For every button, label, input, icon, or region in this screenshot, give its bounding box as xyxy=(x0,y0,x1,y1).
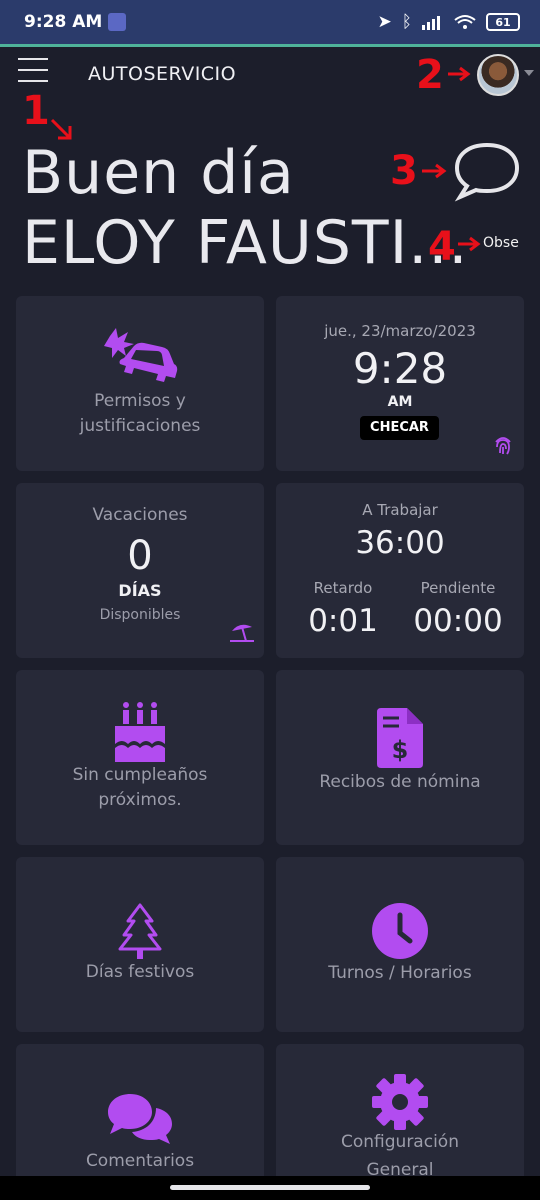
gear-icon xyxy=(372,1074,428,1130)
vacaciones-unit: DÍAS xyxy=(118,581,162,600)
bluetooth-icon: ᛒ xyxy=(401,12,412,32)
chevron-down-icon[interactable] xyxy=(524,70,534,76)
app-title: AUTOSERVICIO xyxy=(88,63,237,85)
retardo-label: Retardo xyxy=(313,579,373,597)
battery-icon: 61 xyxy=(486,13,520,31)
vacaciones-count: 0 xyxy=(127,533,153,579)
wifi-icon xyxy=(454,15,476,29)
menu-icon[interactable] xyxy=(18,58,48,86)
clock-card: jue., 23/marzo/2023 9:28 AM CHECAR xyxy=(276,296,524,471)
recibos-label: Recibos de nómina xyxy=(319,772,481,792)
vacaciones-card[interactable]: Vacaciones 0 DÍAS Disponibles xyxy=(16,483,264,658)
permisos-label-1: Permisos y xyxy=(94,391,186,411)
tree-icon xyxy=(118,903,162,959)
car-crash-icon xyxy=(104,328,178,382)
beach-umbrella-icon xyxy=(230,624,254,642)
trabajo-card: A Trabajar 36:00 Retardo 0:01 Pendiente … xyxy=(276,483,524,658)
cumpleanos-label-2: próximos. xyxy=(98,790,182,810)
configuracion-card[interactable]: Configuración General xyxy=(276,1044,524,1184)
status-time: 9:28 AM xyxy=(24,12,103,32)
svg-text:$: $ xyxy=(392,736,409,764)
cumpleanos-label-1: Sin cumpleaños xyxy=(72,765,208,785)
trabajo-hours: 36:00 xyxy=(355,525,445,561)
location-icon: ➤ xyxy=(377,12,392,32)
avatar[interactable] xyxy=(477,54,519,96)
checar-button[interactable]: CHECAR xyxy=(360,416,439,440)
vacaciones-title: Vacaciones xyxy=(92,505,188,525)
annotation-2: 2 xyxy=(416,52,444,98)
comentarios-label: Comentarios xyxy=(85,1151,195,1171)
festivos-card[interactable]: Días festivos xyxy=(16,857,264,1032)
clock-date: jue., 23/marzo/2023 xyxy=(324,322,476,340)
teams-icon xyxy=(108,13,127,31)
permisos-card[interactable]: Permisos y justificaciones xyxy=(16,296,264,471)
home-indicator[interactable] xyxy=(170,1185,370,1190)
status-icons: ➤ ᛒ 61 xyxy=(378,12,520,32)
annotation-3: 3 xyxy=(390,148,418,194)
clock-ampm: AM xyxy=(387,394,413,410)
comentarios-card[interactable]: Comentarios xyxy=(16,1044,264,1184)
greeting-text: Buen día xyxy=(22,138,295,208)
configuracion-label-1: Configuración xyxy=(341,1132,459,1152)
pendiente-value: 00:00 xyxy=(413,603,503,639)
fingerprint-icon[interactable] xyxy=(492,434,514,456)
clock-icon xyxy=(372,903,428,959)
annotation-1: 1 xyxy=(22,88,50,134)
invoice-dollar-icon: $ xyxy=(377,708,423,768)
festivos-label: Días festivos xyxy=(85,962,195,982)
vacaciones-sub: Disponibles xyxy=(99,607,181,623)
clock-time: 9:28 xyxy=(352,344,448,393)
navigation-bar xyxy=(0,1176,540,1200)
chat-bubble-icon[interactable] xyxy=(452,140,522,202)
cumpleanos-card[interactable]: Sin cumpleaños próximos. xyxy=(16,670,264,845)
comments-icon xyxy=(108,1094,172,1144)
pendiente-label: Pendiente xyxy=(420,579,496,597)
signal-icon xyxy=(422,16,440,30)
arrow-annotation-3 xyxy=(422,163,447,179)
birthday-cake-icon xyxy=(115,702,165,762)
trabajo-title: A Trabajar xyxy=(362,501,438,519)
retardo-value: 0:01 xyxy=(308,603,378,639)
arrow-annotation-2 xyxy=(448,66,471,82)
status-bar: 9:28 AM ➤ ᛒ 61 xyxy=(0,0,540,47)
permisos-label-2: justificaciones xyxy=(79,416,201,436)
user-name: ELOY FAUSTI... xyxy=(22,208,469,278)
turnos-label: Turnos / Horarios xyxy=(328,963,472,983)
turnos-card[interactable]: Turnos / Horarios xyxy=(276,857,524,1032)
recibos-card[interactable]: $ Recibos de nómina xyxy=(276,670,524,845)
observations-label[interactable]: Obse xyxy=(483,235,519,251)
